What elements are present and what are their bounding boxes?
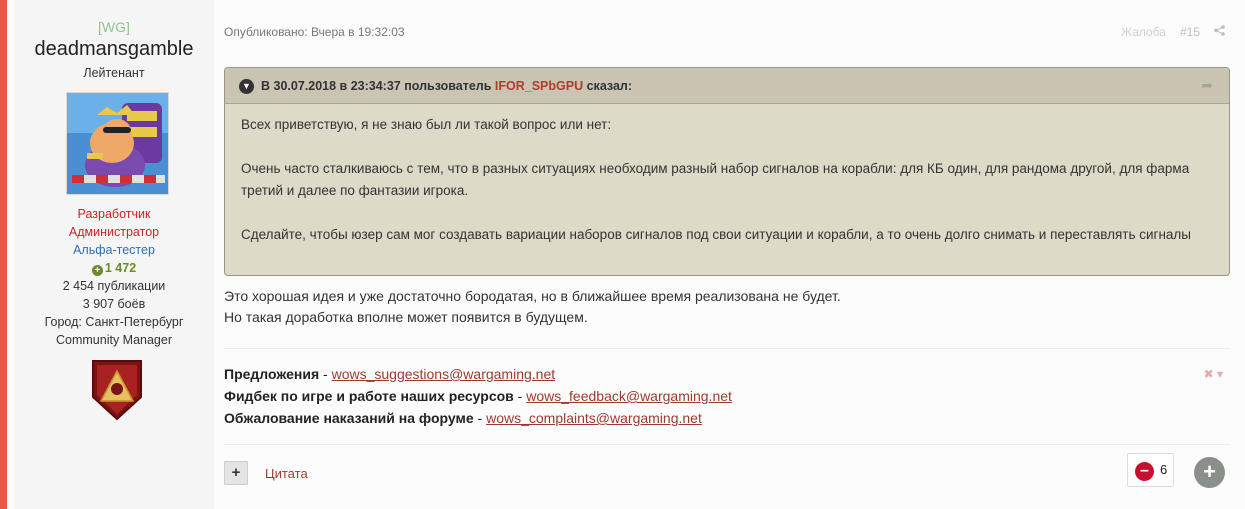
post-tools: Жалоба #15 xyxy=(1121,25,1225,39)
author-title: Community Manager xyxy=(55,333,172,347)
minus-icon[interactable]: – xyxy=(1135,462,1154,481)
badge-icon xyxy=(89,357,145,423)
signature-sep: - xyxy=(473,410,487,426)
post-content: Это хорошая идея и уже достаточно борода… xyxy=(224,286,841,328)
quote-body: Всех приветствую, я не знаю был ли такой… xyxy=(225,104,1229,246)
role-admin: Администратор xyxy=(68,225,160,239)
signature-label: Предложения xyxy=(224,366,320,382)
signature-email-link[interactable]: wows_feedback@wargaming.net xyxy=(526,388,732,404)
author-details: Разработчик Администратор Альфа-тестер +… xyxy=(14,205,214,349)
reaction-box[interactable]: – 6 xyxy=(1127,453,1174,487)
post-count: 2 454 публикации xyxy=(62,279,166,293)
post-date: Опубликовано: Вчера в 19:32:03 xyxy=(224,25,405,39)
signature-line: Фидбек по игре и работе наших ресурсов -… xyxy=(224,385,732,407)
add-reaction-icon[interactable]: + xyxy=(1194,457,1225,488)
chevron-down-icon[interactable]: ▼ xyxy=(239,79,254,94)
quote-header-prefix: В 30.07.2018 в 23:34:37 пользователь xyxy=(261,79,492,93)
share-icon[interactable] xyxy=(1214,25,1225,39)
answer-line: Но такая доработка вполне может появится… xyxy=(224,309,588,325)
clan-tag[interactable]: [WG] xyxy=(14,19,214,35)
author-rank: Лейтенант xyxy=(83,66,145,80)
quote-jump-icon[interactable]: ➦ xyxy=(1201,77,1213,94)
quote-paragraph: Всех приветствую, я не знаю был ли такой… xyxy=(241,117,612,132)
multiquote-button[interactable]: + xyxy=(224,461,248,485)
divider xyxy=(224,444,1230,445)
reputation: +1 472 xyxy=(14,259,214,277)
report-link[interactable]: Жалоба xyxy=(1121,25,1166,39)
signature-email-link[interactable]: wows_complaints@wargaming.net xyxy=(486,410,702,426)
signature: Предложения - wows_suggestions@wargaming… xyxy=(224,363,732,429)
divider xyxy=(224,348,1230,349)
signature-line: Предложения - wows_suggestions@wargaming… xyxy=(224,363,732,385)
avatar[interactable] xyxy=(66,92,169,195)
author-panel: [WG] deadmansgamble Лейтенант Разработчи… xyxy=(14,0,214,509)
signature-line: Обжалование наказаний на форуме - wows_c… xyxy=(224,407,732,429)
post-number[interactable]: #15 xyxy=(1180,25,1200,39)
signature-email-link[interactable]: wows_suggestions@wargaming.net xyxy=(332,366,556,382)
quote-paragraph: Очень часто сталкиваюсь с тем, что в раз… xyxy=(241,161,1190,198)
signature-label: Обжалование наказаний на форуме xyxy=(224,410,474,426)
reputation-plus-icon: + xyxy=(91,265,103,276)
quote-header: ▼ В 30.07.2018 в 23:34:37 пользователь I… xyxy=(225,68,1229,104)
signature-sep: - xyxy=(319,366,332,382)
role-alpha-tester: Альфа-тестер xyxy=(73,243,155,257)
role-developer: Разработчик xyxy=(77,207,151,221)
reputation-value: 1 472 xyxy=(104,261,137,275)
signature-sep: - xyxy=(513,388,527,404)
quote-button[interactable]: Цитата xyxy=(265,466,308,481)
author-city: Город: Санкт-Петербург xyxy=(44,315,184,329)
hide-signature-icon[interactable]: ✖ ▾ xyxy=(1204,367,1223,381)
avatar-image xyxy=(67,93,168,194)
quote-paragraph: Сделайте, чтобы юзер сам мог создавать в… xyxy=(241,227,1191,242)
reaction-count: 6 xyxy=(1160,462,1168,477)
answer-line: Это хорошая идея и уже достаточно борода… xyxy=(224,288,841,304)
quote-header-suffix: сказал: xyxy=(586,79,633,93)
author-username[interactable]: deadmansgamble xyxy=(14,38,214,61)
quote-block: ▼ В 30.07.2018 в 23:34:37 пользователь I… xyxy=(224,67,1230,276)
forum-post: [WG] deadmansgamble Лейтенант Разработчи… xyxy=(0,0,1245,509)
battle-count: 3 907 боёв xyxy=(82,297,146,311)
quote-user-link[interactable]: IFOR_SPbGPU xyxy=(495,79,583,93)
signature-label: Фидбек по игре и работе наших ресурсов xyxy=(224,388,514,404)
